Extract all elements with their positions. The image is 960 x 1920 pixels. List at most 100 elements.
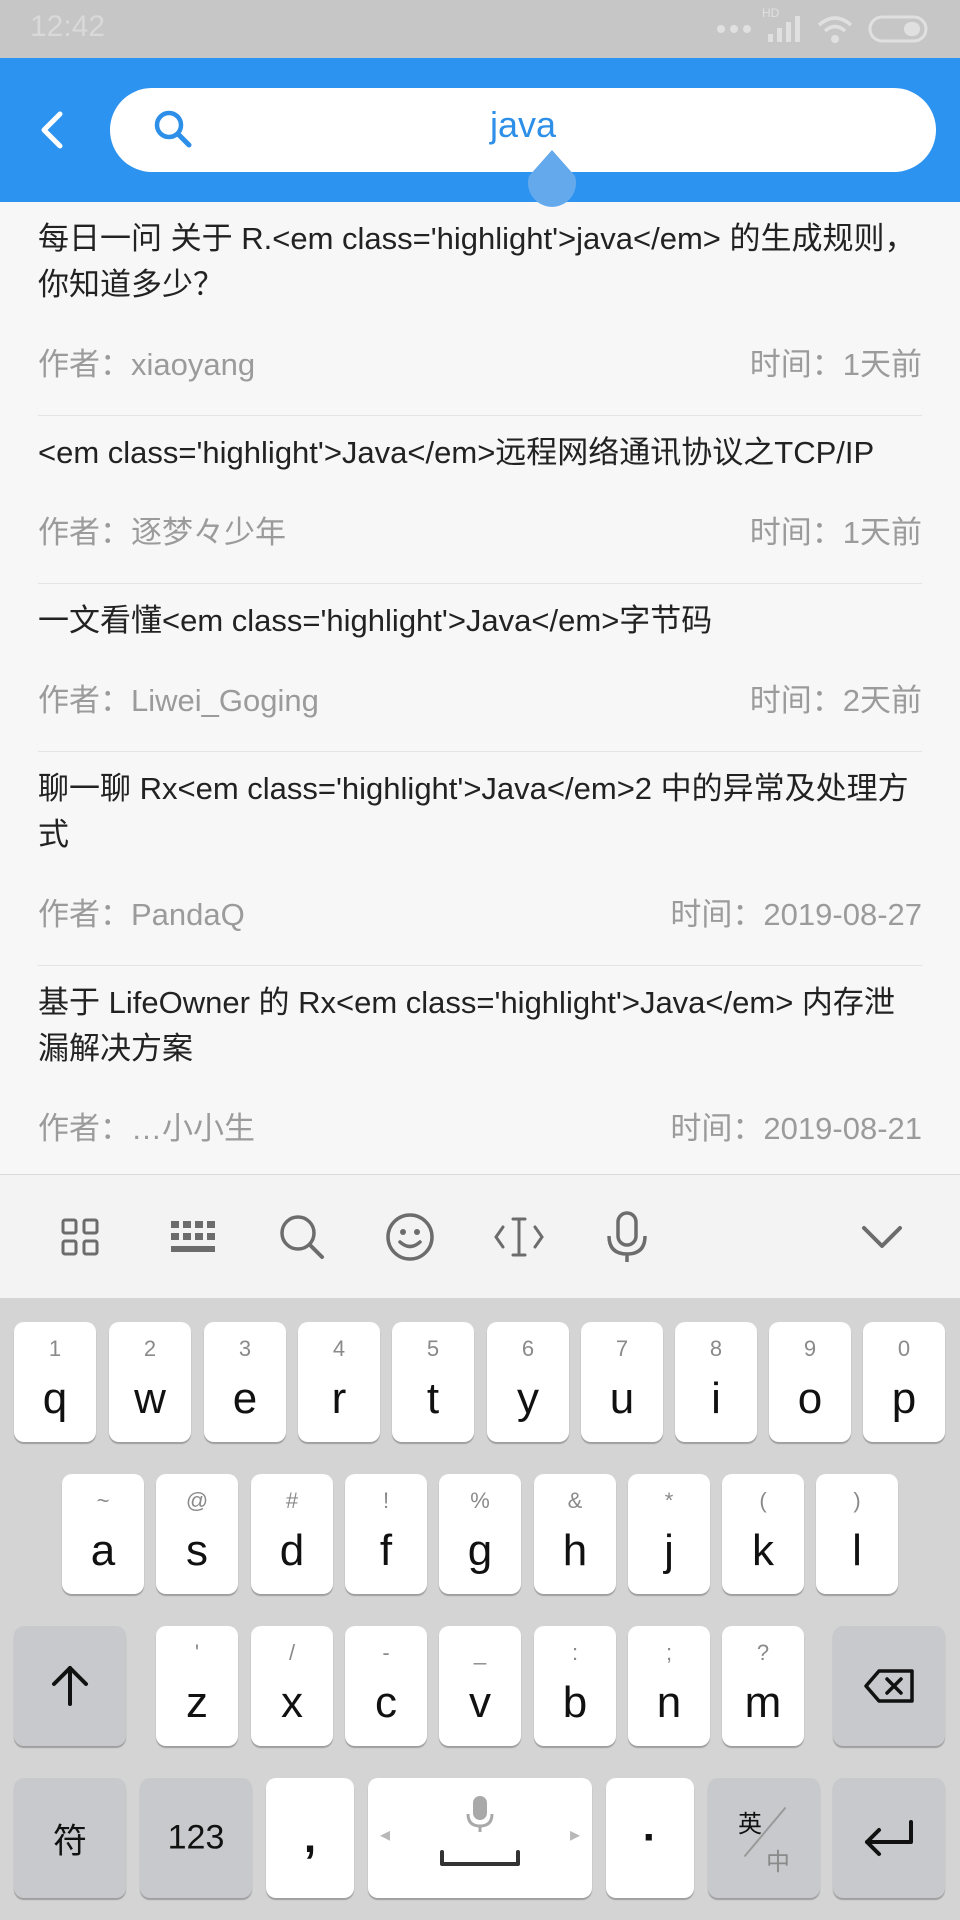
- shift-arrow-icon: [52, 1666, 88, 1706]
- apps-icon[interactable]: [50, 1207, 110, 1267]
- key-a[interactable]: ~ a: [62, 1474, 144, 1594]
- key-main-label: c: [375, 1678, 397, 1727]
- key-main-label: z: [186, 1678, 208, 1727]
- key-sub-label: _: [473, 1640, 487, 1665]
- key-sub-label: :: [571, 1640, 579, 1665]
- backspace-key[interactable]: [833, 1626, 945, 1746]
- result-title[interactable]: 每日一问 关于 R.<em class='highlight'>java</em…: [38, 202, 922, 308]
- key-main-label: u: [609, 1374, 635, 1423]
- microphone-icon[interactable]: [597, 1207, 657, 1267]
- key-c[interactable]: -c: [345, 1626, 427, 1746]
- key-r[interactable]: 4r: [298, 1322, 380, 1442]
- key-l[interactable]: ) l: [816, 1474, 898, 1594]
- key-z[interactable]: ' z: [156, 1626, 238, 1746]
- key-sub-label: %: [470, 1488, 490, 1513]
- key-d[interactable]: # d: [251, 1474, 333, 1594]
- key-main-label: b: [562, 1678, 588, 1727]
- space-key[interactable]: ◂ ▸: [368, 1778, 592, 1898]
- lang-bottom-label: 中: [766, 1849, 790, 1876]
- enter-key[interactable]: [833, 1778, 945, 1898]
- result-title[interactable]: <em class='highlight'>Java</em>远程网络通讯协议之…: [38, 416, 922, 476]
- key-sub-label: -: [382, 1640, 390, 1665]
- key-sub-label: 9: [803, 1336, 817, 1361]
- search-query[interactable]: java: [110, 104, 936, 146]
- key-main-label: h: [562, 1526, 588, 1575]
- key-sub-label: /: [288, 1640, 296, 1665]
- result-item[interactable]: 基于 LifeOwner 的 Rx<em class='highlight'>J…: [0, 966, 960, 1174]
- backspace-icon: [864, 1669, 914, 1703]
- key-sub-label: *: [664, 1488, 674, 1513]
- key-main-label: v: [469, 1678, 491, 1727]
- result-author: 作者：逐梦々少年: [38, 515, 286, 550]
- wifi-icon: [817, 16, 853, 43]
- status-time: 12:42: [30, 10, 106, 43]
- key-s[interactable]: @ s: [156, 1474, 238, 1594]
- key-x[interactable]: / x: [251, 1626, 333, 1746]
- key-f[interactable]: ! f: [345, 1474, 427, 1594]
- key-m[interactable]: ? m: [722, 1626, 804, 1746]
- key-u[interactable]: 7u: [581, 1322, 663, 1442]
- key-main-label: s: [186, 1526, 208, 1575]
- result-item[interactable]: 每日一问 关于 R.<em class='highlight'>java</em…: [0, 202, 960, 416]
- result-title[interactable]: 基于 LifeOwner 的 Rx<em class='highlight'>J…: [38, 966, 922, 1072]
- result-title[interactable]: 一文看懂<em class='highlight'>Java</em>字节码: [38, 584, 922, 644]
- key-sub-label: ?: [756, 1640, 770, 1665]
- key-sub-label: 3: [238, 1336, 252, 1361]
- key-sub-label: 4: [332, 1336, 346, 1361]
- key-w[interactable]: 2w: [109, 1322, 191, 1442]
- key-main-label: k: [752, 1526, 774, 1575]
- result-item[interactable]: 聊一聊 Rx<em class='highlight'>Java</em>2 中…: [0, 752, 960, 966]
- search-icon[interactable]: [272, 1207, 332, 1267]
- key-main-label: d: [279, 1526, 305, 1575]
- key-main-label: q: [42, 1374, 68, 1423]
- more-dots-icon: [717, 25, 751, 33]
- key-t[interactable]: 5t: [392, 1322, 474, 1442]
- key-main-label: e: [232, 1374, 258, 1423]
- result-meta: 作者：逐梦々少年 时间：1天前: [38, 476, 922, 584]
- key-v[interactable]: _ v: [439, 1626, 521, 1746]
- key-g[interactable]: % g: [439, 1474, 521, 1594]
- result-title[interactable]: 聊一聊 Rx<em class='highlight'>Java</em>2 中…: [38, 752, 922, 858]
- key-q[interactable]: 1q: [14, 1322, 96, 1442]
- symbols-key[interactable]: 符: [14, 1778, 126, 1898]
- key-i[interactable]: 8i: [675, 1322, 757, 1442]
- key-sub-label: 7: [615, 1336, 629, 1361]
- collapse-icon[interactable]: [852, 1207, 912, 1267]
- key-main-label: m: [744, 1678, 782, 1727]
- result-time: 时间：2019-08-21: [670, 1111, 922, 1146]
- period-key[interactable]: ·: [606, 1778, 694, 1898]
- key-main-label: r: [331, 1374, 347, 1423]
- result-item[interactable]: 一文看懂<em class='highlight'>Java</em>字节码 作…: [0, 584, 960, 752]
- text-cursor-handle[interactable]: [525, 150, 579, 208]
- language-switch-key[interactable]: 英 中: [708, 1778, 820, 1898]
- emoji-icon[interactable]: [380, 1207, 440, 1267]
- key-main-label: w: [134, 1374, 166, 1423]
- cursor-move-icon[interactable]: [489, 1207, 549, 1267]
- key-n[interactable]: ; n: [628, 1626, 710, 1746]
- key-p[interactable]: 0p: [863, 1322, 945, 1442]
- numbers-key[interactable]: 123: [140, 1778, 252, 1898]
- key-b[interactable]: :b: [534, 1626, 616, 1746]
- result-author: 作者：xiaoyang: [38, 347, 256, 382]
- key-main-label: a: [90, 1526, 116, 1575]
- key-sub-label: ~: [96, 1488, 110, 1513]
- search-input[interactable]: java: [110, 88, 936, 207]
- space-bar-icon: [440, 1850, 520, 1866]
- key-k[interactable]: (k: [722, 1474, 804, 1594]
- key-sub-label: 5: [426, 1336, 440, 1361]
- key-j[interactable]: * j: [628, 1474, 710, 1594]
- key-h[interactable]: & h: [534, 1474, 616, 1594]
- result-item[interactable]: <em class='highlight'>Java</em>远程网络通讯协议之…: [0, 416, 960, 584]
- key-o[interactable]: 9o: [769, 1322, 851, 1442]
- shift-key[interactable]: [14, 1626, 126, 1746]
- network-label: HD: [762, 6, 780, 20]
- key-sub-label: 0: [897, 1336, 911, 1361]
- key-e[interactable]: 3e: [204, 1322, 286, 1442]
- soft-keyboard: 1q 2w 3e 4r 5t 6y 7u 8i 9o 0p ~ a @ s # d !…: [0, 1298, 960, 1920]
- back-button[interactable]: [28, 98, 76, 162]
- keyboard-icon[interactable]: [163, 1207, 223, 1267]
- voice-input-icon: [466, 1796, 494, 1832]
- comma-key[interactable]: ,: [266, 1778, 354, 1898]
- key-y[interactable]: 6y: [487, 1322, 569, 1442]
- key-sub-label: ': [194, 1640, 200, 1665]
